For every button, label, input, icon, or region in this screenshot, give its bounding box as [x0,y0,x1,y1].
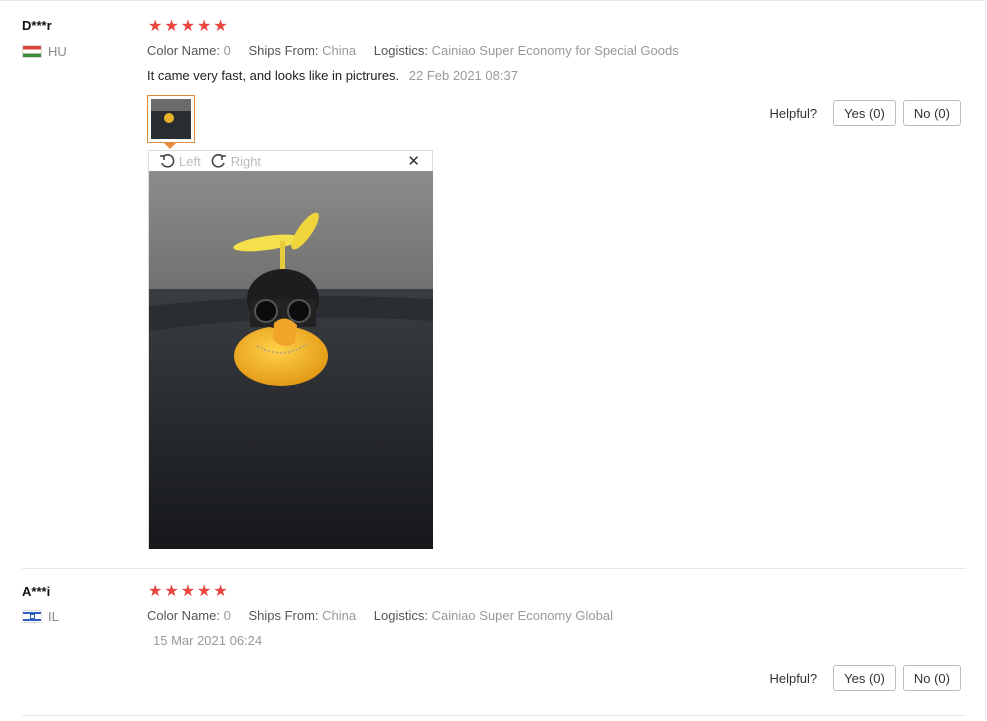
star-icon: ★ [180,583,196,600]
star-icon: ★ [213,583,228,600]
israel-flag-icon [22,610,42,623]
review-date: 15 Mar 2021 06:24 [153,633,263,648]
star-icon: ★ [164,18,179,35]
reviewer-name: D***r [22,18,52,33]
rotate-right-label: Right [230,153,262,169]
star-icon: ★ [197,18,212,35]
color-name-key: Color Name: [147,608,220,623]
rotate-right-icon [211,154,226,168]
photo-viewer: Left Right ✕ [148,150,433,549]
order-attributes: Color Name: 0 Ships From: China Logistic… [147,43,679,58]
helpful-label: Helpful? [769,105,818,121]
thumbnail-image [151,99,191,139]
star-icon: ★ [213,18,228,35]
review-divider [22,568,966,569]
helpful-vote: Helpful? Yes (0) No (0) [769,100,961,126]
logistics-key: Logistics: [373,608,428,623]
review-date: 22 Feb 2021 08:37 [408,68,518,83]
reviewer-name: A***i [22,584,51,599]
logistics-key: Logistics: [373,43,428,58]
order-attributes: Color Name: 0 Ships From: China Logistic… [147,608,613,623]
ships-from-key: Ships From: [248,608,319,623]
star-rating: ★ ★ ★ ★ ★ [148,19,228,35]
reviewer-country: IL [22,609,59,624]
rotate-left-button[interactable]: Left [159,153,201,169]
photo-viewer-toolbar: Left Right ✕ [149,151,432,171]
review-comment: It came very fast, and looks like in pic… [147,68,518,83]
rotate-left-icon [160,154,175,168]
star-icon: ★ [180,18,196,35]
star-icon: ★ [148,18,163,35]
country-code: HU [48,44,67,59]
thumbnail-caret-icon [164,143,176,149]
helpful-no-button[interactable]: No (0) [902,100,961,126]
helpful-vote: Helpful? Yes (0) No (0) [769,665,961,691]
star-icon: ★ [164,583,179,600]
helpful-label: Helpful? [769,670,818,686]
review-photo-thumbnail[interactable] [147,95,195,143]
helpful-yes-button[interactable]: Yes (0) [833,665,896,691]
ships-from-value: China [322,43,357,58]
country-code: IL [48,609,59,624]
logistics-value: Cainiao Super Economy for Special Goods [431,43,679,58]
star-rating: ★ ★ ★ ★ ★ [148,584,228,600]
review-text: It came very fast, and looks like in pic… [147,68,400,83]
helpful-no-button[interactable]: No (0) [902,665,961,691]
color-name-value: 0 [223,43,231,58]
close-icon[interactable]: ✕ [407,152,420,170]
color-name-value: 0 [223,608,231,623]
color-name-key: Color Name: [147,43,220,58]
ships-from-key: Ships From: [248,43,319,58]
ships-from-value: China [322,608,357,623]
rotate-left-label: Left [179,153,201,169]
review-divider [22,715,966,716]
rotate-right-button[interactable]: Right [211,153,261,169]
review-photo [149,171,433,549]
logistics-value: Cainiao Super Economy Global [431,608,613,623]
helpful-yes-button[interactable]: Yes (0) [833,100,896,126]
hungary-flag-icon [22,45,42,58]
star-icon: ★ [148,583,163,600]
star-icon: ★ [197,583,212,600]
review-comment: 15 Mar 2021 06:24 [147,633,262,648]
reviewer-country: HU [22,44,67,59]
